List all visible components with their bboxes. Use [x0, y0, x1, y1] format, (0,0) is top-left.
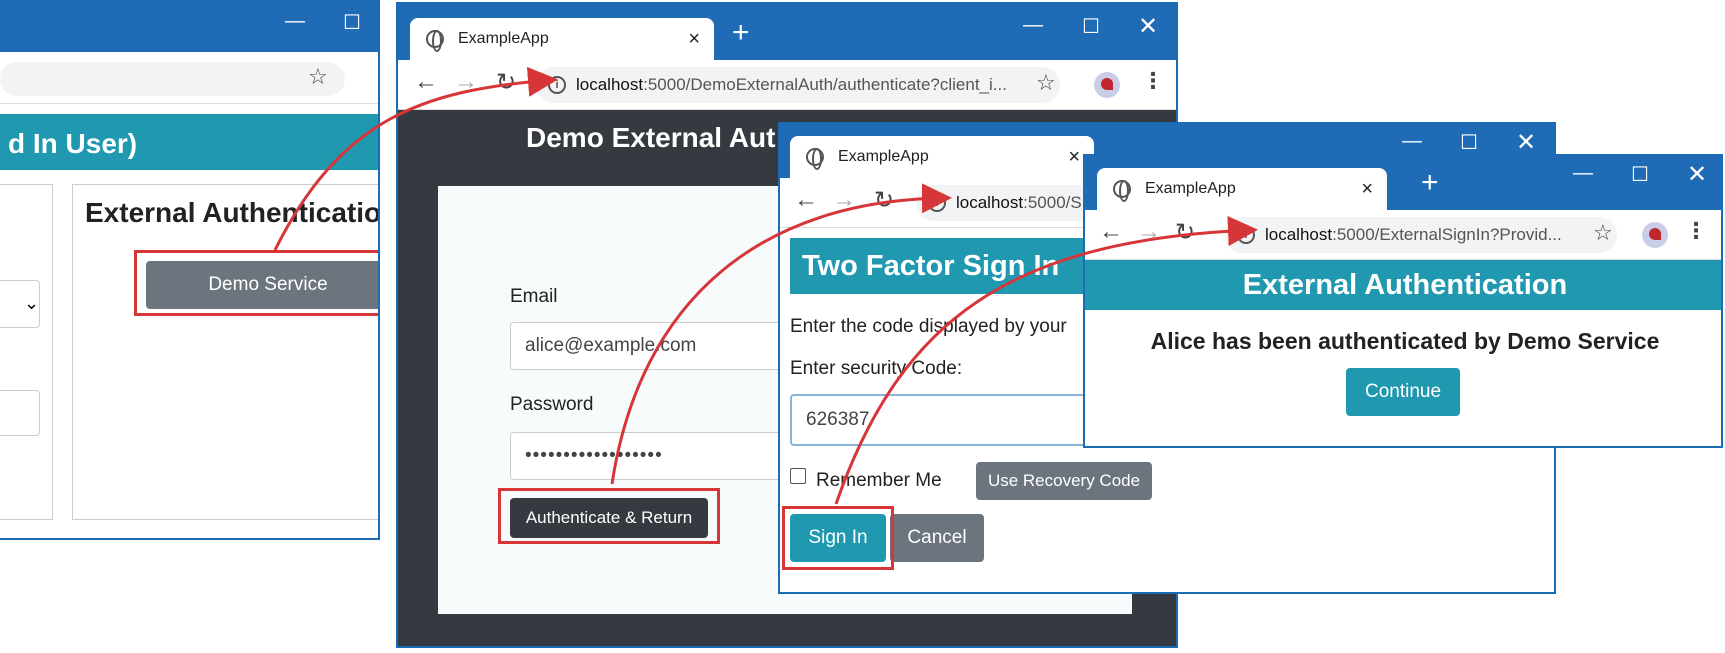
url-host: localhost — [956, 193, 1024, 212]
info-icon: i — [548, 76, 566, 94]
url-path: :5000/ExternalSignIn?Provid... — [1332, 225, 1562, 244]
globe-icon — [426, 30, 444, 52]
page-title: d In User) — [8, 128, 138, 159]
star-icon[interactable]: ☆ — [308, 64, 328, 90]
page-title: External Authentication — [1242, 269, 1568, 301]
page-title: Two Factor Sign In — [802, 250, 1060, 282]
profile-avatar[interactable] — [1094, 72, 1120, 98]
password-label: Password — [510, 394, 594, 415]
maximize-icon[interactable]: ☐ — [1082, 14, 1100, 39]
url-path: :5000/DemoExternalAuth/authenticate?clie… — [643, 75, 1007, 94]
left-panel — [0, 184, 53, 520]
url-path: :5000/S — [1023, 193, 1082, 212]
star-icon[interactable]: ☆ — [1036, 70, 1056, 96]
star-icon[interactable]: ☆ — [1593, 220, 1613, 246]
close-window-icon[interactable]: ✕ — [1687, 160, 1707, 189]
forward-icon[interactable]: → — [454, 68, 478, 96]
highlight-sign-in — [782, 506, 894, 570]
close-icon[interactable]: × — [1068, 146, 1080, 169]
url-host: localhost — [1265, 225, 1333, 244]
remember-checkbox[interactable] — [790, 468, 806, 484]
email-label: Email — [510, 286, 558, 307]
select-stub[interactable]: ⌄ — [0, 280, 40, 328]
close-window-icon[interactable]: ✕ — [1138, 12, 1158, 41]
highlight-authenticate — [498, 488, 720, 544]
maximize-icon[interactable]: ☐ — [1631, 162, 1649, 187]
maximize-icon[interactable]: ☐ — [343, 10, 361, 35]
reload-icon[interactable]: ↻ — [874, 186, 894, 215]
use-recovery-code-button[interactable]: Use Recovery Code — [976, 462, 1152, 500]
title-bar — [0, 0, 378, 52]
continue-button[interactable]: Continue — [1346, 368, 1460, 416]
forward-icon[interactable]: → — [832, 186, 856, 214]
cancel-button[interactable]: Cancel — [890, 514, 984, 562]
back-icon[interactable]: ← — [1099, 218, 1123, 246]
toolbar: ☆ — [0, 52, 378, 104]
info-icon: i — [1237, 226, 1255, 244]
minimize-icon[interactable]: — — [285, 10, 305, 33]
browser-tab[interactable]: ExampleApp × — [790, 136, 1094, 178]
reload-icon[interactable]: ↻ — [496, 68, 516, 97]
browser-window-4: ExampleApp × + — ☐ ✕ ← → ↻ i localhost:5… — [1083, 154, 1723, 448]
profile-avatar[interactable] — [1642, 222, 1668, 248]
tab-title: ExampleApp — [458, 30, 549, 47]
new-tab-icon[interactable]: + — [732, 16, 750, 50]
browser-window-1: — ☐ ☆ d In User) ⌄ External Authenticati… — [0, 0, 380, 540]
page-header: d In User) — [0, 114, 378, 170]
remember-label: Remember Me — [816, 470, 942, 491]
address-bar[interactable]: i localhost:5000/ExternalSignIn?Provid..… — [1225, 217, 1617, 253]
browser-tab[interactable]: ExampleApp × — [1097, 168, 1387, 210]
input-stub[interactable] — [0, 390, 40, 436]
globe-icon — [806, 148, 824, 170]
auth-panel: External Authentication Demo Service — [72, 184, 380, 520]
page-title: Demo External Aut — [526, 122, 776, 153]
maximize-icon[interactable]: ☐ — [1460, 130, 1478, 155]
info-icon: i — [928, 194, 946, 212]
toolbar: ← → ↻ i localhost:5000/ExternalSignIn?Pr… — [1085, 210, 1721, 260]
browser-tab[interactable]: ExampleApp × — [410, 18, 714, 60]
close-icon[interactable]: × — [1361, 178, 1373, 201]
new-tab-icon[interactable]: + — [1421, 166, 1439, 200]
tab-title: ExampleApp — [1145, 180, 1236, 197]
page-header: External Authentication — [1085, 260, 1721, 310]
menu-icon[interactable]: ⋮ — [1142, 68, 1164, 94]
toolbar: ← → ↻ i localhost:5000/DemoExternalAuth/… — [398, 60, 1176, 110]
globe-icon — [1113, 180, 1131, 202]
back-icon[interactable]: ← — [414, 68, 438, 96]
address-bar[interactable] — [0, 62, 345, 96]
back-icon[interactable]: ← — [794, 186, 818, 214]
reload-icon[interactable]: ↻ — [1175, 218, 1195, 247]
address-bar[interactable]: i localhost:5000/DemoExternalAuth/authen… — [536, 67, 1060, 103]
close-window-icon[interactable]: ✕ — [1516, 128, 1536, 157]
close-icon[interactable]: × — [688, 28, 700, 51]
tab-title: ExampleApp — [838, 148, 929, 165]
minimize-icon[interactable]: — — [1023, 14, 1043, 37]
security-code-label: Enter security Code: — [790, 358, 963, 379]
forward-icon[interactable]: → — [1137, 218, 1161, 246]
auth-message: Alice has been authenticated by Demo Ser… — [1150, 328, 1660, 354]
menu-icon[interactable]: ⋮ — [1685, 218, 1707, 244]
highlight-demo-service — [134, 250, 378, 316]
instruction-text: Enter the code displayed by your — [790, 316, 1067, 337]
minimize-icon[interactable]: — — [1402, 130, 1422, 153]
minimize-icon[interactable]: — — [1573, 162, 1593, 185]
panel-title: External Authentication — [85, 197, 380, 228]
url-host: localhost — [576, 75, 644, 94]
